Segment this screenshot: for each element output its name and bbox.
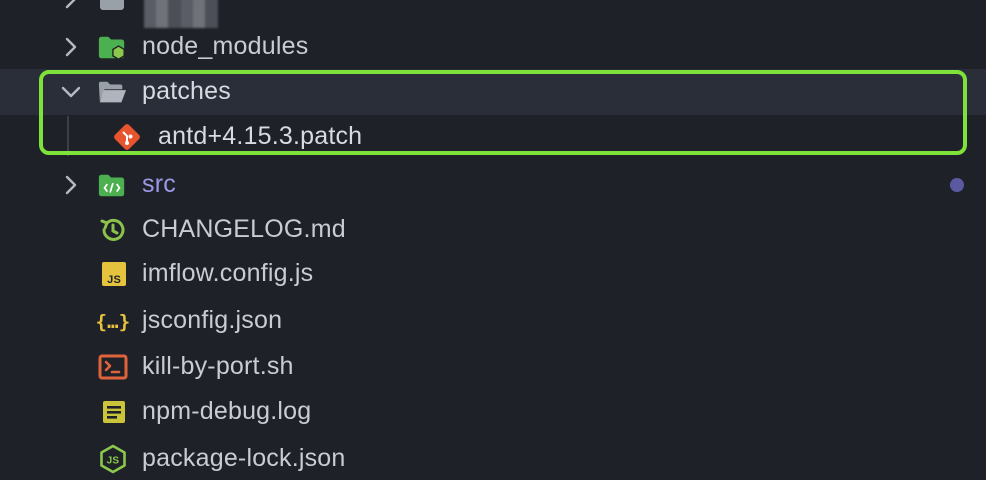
tree-item-antd-patch[interactable]: antd+4.15.3.patch: [0, 114, 986, 160]
tree-item-label: package-lock.json: [142, 444, 346, 472]
tree-item-src[interactable]: src: [0, 162, 986, 208]
svg-text:JS: JS: [107, 274, 121, 286]
tree-item-kill-by-port[interactable]: kill-by-port.sh: [0, 344, 986, 390]
tree-item-label: npm-debug.log: [142, 397, 312, 425]
tree-item-npm-debug-log[interactable]: npm-debug.log: [0, 389, 986, 435]
svg-text:JS: JS: [107, 456, 120, 467]
tree-item-label: kill-by-port.sh: [142, 352, 294, 380]
tree-item-label: node_modules: [142, 32, 309, 60]
tree-item-label: jsconfig.json: [142, 306, 283, 334]
src-folder-icon: [97, 170, 127, 200]
tree-item-label: patches: [142, 77, 231, 105]
tree-item-label: CHANGELOG.md: [142, 215, 346, 243]
git-patch-icon: [112, 122, 142, 152]
tree-item-label: src: [142, 170, 176, 198]
nodejs-hexagon-icon: JS: [98, 444, 128, 474]
chevron-right-icon[interactable]: [58, 34, 84, 60]
json-braces-icon: {…}: [95, 306, 131, 336]
file-explorer-tree: node_modules patches antd+4.15.3.patch s…: [0, 0, 986, 480]
tree-item-patches[interactable]: patches: [0, 69, 986, 115]
history-icon: [98, 215, 128, 245]
git-modified-dot: [950, 178, 964, 192]
chevron-right-icon[interactable]: [58, 172, 84, 198]
tree-item-label: imflow.config.js: [142, 259, 314, 287]
chevron-right-icon[interactable]: [58, 0, 84, 12]
js-file-icon: JS: [99, 259, 129, 289]
chevron-down-icon[interactable]: [58, 79, 84, 105]
node-folder-icon: [97, 32, 127, 62]
tree-item-jsconfig[interactable]: {…} jsconfig.json: [0, 298, 986, 344]
tree-item-imflow-config[interactable]: JS imflow.config.js: [0, 251, 986, 297]
folder-icon: [98, 0, 128, 14]
open-folder-icon: [97, 77, 127, 107]
tree-item-package-lock[interactable]: JS package-lock.json: [0, 436, 986, 480]
log-file-icon: [99, 397, 129, 427]
tree-item-changelog[interactable]: CHANGELOG.md: [0, 207, 986, 253]
tree-item-hidden-folder[interactable]: [0, 0, 986, 28]
tree-item-label: antd+4.15.3.patch: [158, 122, 363, 150]
svg-text:{…}: {…}: [96, 311, 131, 333]
tree-item-node-modules[interactable]: node_modules: [0, 24, 986, 70]
terminal-icon: [98, 352, 128, 382]
